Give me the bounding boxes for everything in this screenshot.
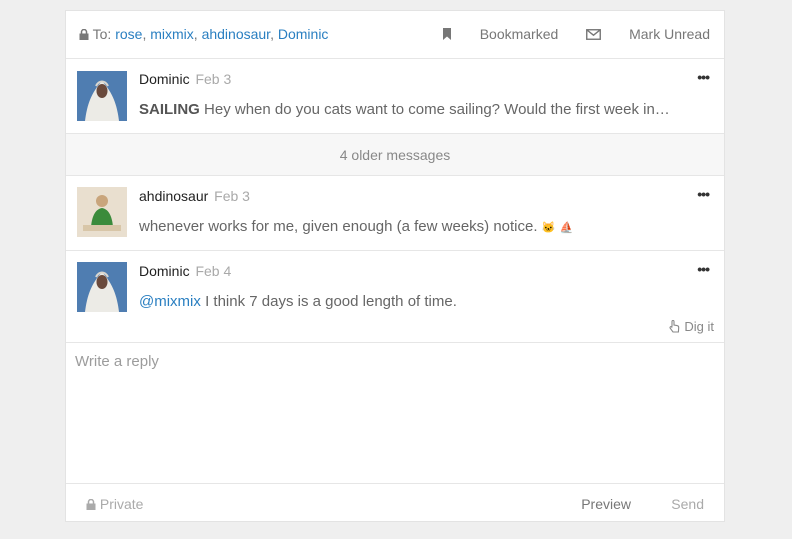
cat-emoji-icon: 🐱 [541, 222, 556, 234]
recipient-ahdinosaur[interactable]: ahdinosaur [202, 26, 271, 42]
preview-button[interactable]: Preview [581, 496, 631, 512]
envelope-icon [586, 29, 602, 40]
message-body: whenever works for me, given enough (a f… [139, 218, 704, 235]
thread-header: To: rose, mixmix, ahdinosaur, Dominic Bo… [66, 11, 724, 59]
message-item: Dominic Feb 4 ••• @mixmix I think 7 days… [66, 251, 724, 343]
message-date[interactable]: Feb 4 [195, 263, 231, 279]
mention-link[interactable]: @mixmix [139, 293, 201, 310]
author-name[interactable]: Dominic [139, 263, 190, 279]
message-body: SAILING Hey when do you cats want to com… [139, 101, 704, 118]
author-name[interactable]: Dominic [139, 71, 190, 87]
message-body: @mixmix I think 7 days is a good length … [139, 293, 704, 310]
private-toggle[interactable]: Private [86, 496, 143, 512]
bookmarked-button[interactable]: Bookmarked [442, 26, 562, 42]
reply-input[interactable] [66, 343, 724, 483]
hand-pointer-icon [669, 319, 679, 333]
thread-card: To: rose, mixmix, ahdinosaur, Dominic Bo… [65, 10, 725, 522]
recipient-mixmix[interactable]: mixmix [150, 26, 194, 42]
mark-unread-button[interactable]: Mark Unread [586, 26, 710, 42]
message-text: Hey when do you cats want to come sailin… [204, 101, 670, 118]
composer-footer: Private Preview Send [66, 483, 724, 523]
more-options-icon[interactable]: ••• [697, 261, 710, 277]
older-messages-label: 4 older messages [339, 147, 451, 163]
to-label: To: [92, 26, 112, 42]
subject-label: SAILING [139, 101, 200, 118]
message-meta: Dominic Feb 3 [139, 71, 231, 87]
mark-unread-label: Mark Unread [629, 26, 710, 42]
message-meta: Dominic Feb 4 [139, 263, 231, 279]
recipient-rose[interactable]: rose [115, 26, 142, 42]
avatar[interactable] [77, 71, 127, 121]
recipient-dominic[interactable]: Dominic [278, 26, 329, 42]
message-text: I think 7 days is a good length of time. [205, 293, 457, 310]
message-item: Dominic Feb 3 ••• SAILING Hey when do yo… [66, 59, 724, 134]
message-item: ahdinosaur Feb 3 ••• whenever works for … [66, 176, 724, 251]
more-options-icon[interactable]: ••• [697, 186, 710, 202]
recipients-bar: To: rose, mixmix, ahdinosaur, Dominic [79, 26, 328, 42]
message-text: whenever works for me, given enough (a f… [139, 218, 538, 235]
older-messages-button[interactable]: 4 older messages [66, 134, 724, 176]
bookmark-icon [442, 28, 451, 40]
avatar[interactable] [77, 187, 127, 237]
more-options-icon[interactable]: ••• [697, 69, 710, 85]
lock-icon [79, 29, 89, 40]
message-date[interactable]: Feb 3 [214, 188, 250, 204]
avatar[interactable] [77, 262, 127, 312]
header-actions: Bookmarked Mark Unread [418, 26, 710, 42]
dig-it-label: Dig it [684, 319, 714, 334]
dig-it-button[interactable]: Dig it [669, 319, 714, 334]
bookmarked-label: Bookmarked [479, 26, 559, 42]
message-meta: ahdinosaur Feb 3 [139, 188, 250, 204]
author-name[interactable]: ahdinosaur [139, 188, 208, 204]
send-button[interactable]: Send [671, 496, 704, 512]
sailboat-emoji-icon: ⛵ [559, 222, 574, 234]
lock-icon [86, 498, 96, 510]
message-date[interactable]: Feb 3 [195, 71, 231, 87]
private-label: Private [99, 496, 144, 512]
